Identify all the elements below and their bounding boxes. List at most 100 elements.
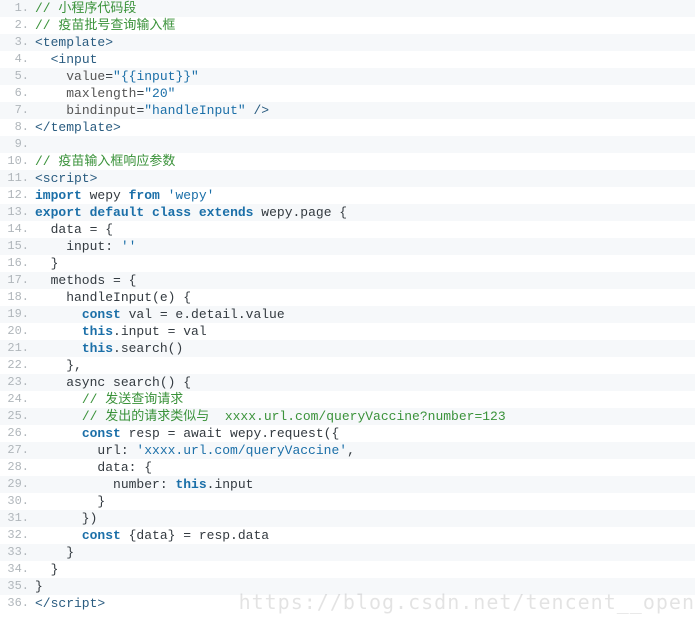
code-content: data: { (33, 459, 695, 476)
token-plain (35, 426, 82, 441)
token-keyword: default (90, 205, 145, 220)
token-plain: = (105, 69, 113, 84)
token-string: 'xxxx.url.com/queryVaccine' (136, 443, 347, 458)
code-content: // 疫苗输入框响应参数 (33, 153, 695, 170)
code-line: 29. number: this.input (0, 476, 695, 493)
line-number: 26. (0, 425, 33, 442)
line-number: 30. (0, 493, 33, 510)
token-keyword: export (35, 205, 82, 220)
code-line: 30. } (0, 493, 695, 510)
token-plain (144, 205, 152, 220)
token-keyword: import (35, 188, 82, 203)
code-content: <input (33, 51, 695, 68)
token-plain: async search() { (35, 375, 191, 390)
token-string: "20" (144, 86, 175, 101)
line-number: 18. (0, 289, 33, 306)
code-content: } (33, 544, 695, 561)
token-plain (35, 69, 66, 84)
line-number: 16. (0, 255, 33, 272)
code-line: 13.export default class extends wepy.pag… (0, 204, 695, 221)
token-keyword: const (82, 426, 121, 441)
token-plain: } (35, 545, 74, 560)
code-content: handleInput(e) { (33, 289, 695, 306)
token-attr: value (66, 69, 105, 84)
code-line: 6. maxlength="20" (0, 85, 695, 102)
code-line: 12.import wepy from 'wepy' (0, 187, 695, 204)
token-plain (35, 103, 66, 118)
code-line: 10.// 疫苗输入框响应参数 (0, 153, 695, 170)
token-comment: // 发出的请求类似与 xxxx.url.com/queryVaccine?nu… (82, 409, 506, 424)
token-tag: </template> (35, 120, 121, 135)
code-content: <template> (33, 34, 695, 51)
code-line: 8.</template> (0, 119, 695, 136)
line-number: 29. (0, 476, 33, 493)
token-string: '' (121, 239, 137, 254)
token-tag: </script (35, 596, 97, 611)
token-plain: wepy (82, 188, 129, 203)
token-plain: wepy.page { (253, 205, 347, 220)
code-line: 23. async search() { (0, 374, 695, 391)
code-line: 16. } (0, 255, 695, 272)
code-content: input: '' (33, 238, 695, 255)
line-number: 21. (0, 340, 33, 357)
line-number: 10. (0, 153, 33, 170)
token-keyword: class (152, 205, 191, 220)
code-line: 5. value="{{input}}" (0, 68, 695, 85)
token-attr: maxlength (66, 86, 136, 101)
code-line: 27. url: 'xxxx.url.com/queryVaccine', (0, 442, 695, 459)
code-line: 18. handleInput(e) { (0, 289, 695, 306)
code-line: 35.} (0, 578, 695, 595)
token-plain: number: (35, 477, 175, 492)
code-line: 1.// 小程序代码段 (0, 0, 695, 17)
code-content: // 疫苗批号查询输入框 (33, 17, 695, 34)
code-content: export default class extends wepy.page { (33, 204, 695, 221)
token-keyword: this (82, 324, 113, 339)
token-plain (35, 341, 82, 356)
code-content: } (33, 561, 695, 578)
code-line: 36.</script> (0, 595, 695, 612)
token-comment: // 发送查询请求 (82, 392, 183, 407)
token-keyword: const (82, 528, 121, 543)
code-content: // 发送查询请求 (33, 391, 695, 408)
code-line: 17. methods = { (0, 272, 695, 289)
code-line: 20. this.input = val (0, 323, 695, 340)
token-tag: <script> (35, 171, 97, 186)
code-content: const val = e.detail.value (33, 306, 695, 323)
code-content: const {data} = resp.data (33, 527, 695, 544)
token-plain: , (347, 443, 355, 458)
code-content: async search() { (33, 374, 695, 391)
token-plain (35, 528, 82, 543)
token-plain: resp = await wepy.request({ (121, 426, 339, 441)
token-plain: data = { (35, 222, 113, 237)
line-number: 12. (0, 187, 33, 204)
code-content: methods = { (33, 272, 695, 289)
line-number: 28. (0, 459, 33, 476)
code-content (33, 136, 695, 153)
token-plain (82, 205, 90, 220)
code-line: 7. bindinput="handleInput" /> (0, 102, 695, 119)
token-plain (191, 205, 199, 220)
code-line: 15. input: '' (0, 238, 695, 255)
code-content: } (33, 493, 695, 510)
code-content: import wepy from 'wepy' (33, 187, 695, 204)
code-content: } (33, 255, 695, 272)
code-line: 32. const {data} = resp.data (0, 527, 695, 544)
line-number: 4. (0, 51, 33, 68)
token-plain (35, 52, 51, 67)
token-plain (35, 324, 82, 339)
line-number: 9. (0, 136, 33, 153)
token-plain: {data} = resp.data (121, 528, 269, 543)
line-number: 2. (0, 17, 33, 34)
line-number: 34. (0, 561, 33, 578)
code-line: 34. } (0, 561, 695, 578)
line-number: 32. (0, 527, 33, 544)
code-content: this.input = val (33, 323, 695, 340)
token-plain: } (35, 256, 58, 271)
token-plain: }, (35, 358, 82, 373)
line-number: 36. (0, 595, 33, 612)
code-line: 9. (0, 136, 695, 153)
token-plain: } (35, 494, 105, 509)
token-plain: handleInput(e) { (35, 290, 191, 305)
token-plain: input: (35, 239, 121, 254)
token-plain: .search() (113, 341, 183, 356)
